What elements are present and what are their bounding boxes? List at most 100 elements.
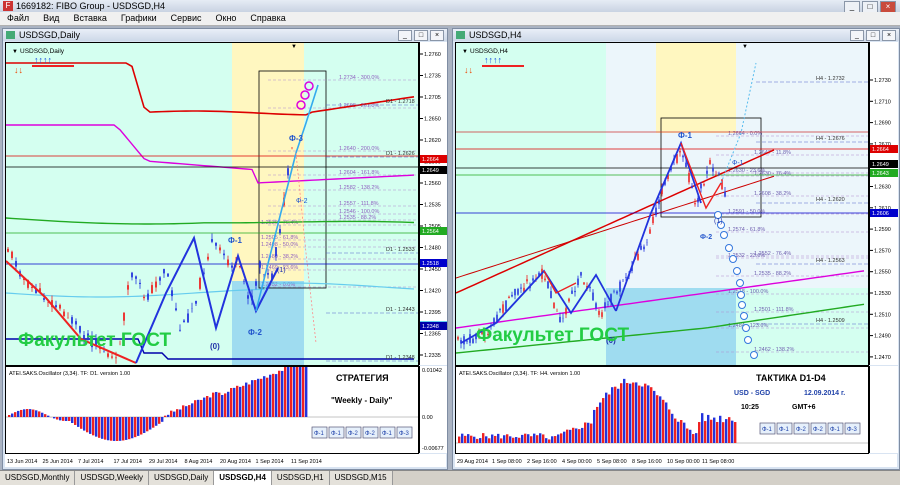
chart-window-titlebar[interactable]: USDSGD,H4 _□× — [453, 29, 899, 41]
date-label: 20 Aug 2014 — [220, 459, 251, 465]
osc-bar — [230, 388, 232, 417]
tab-usdsgd-monthly[interactable]: USDSGD,Monthly — [0, 471, 75, 485]
axis-label: 1.2735 — [424, 74, 441, 80]
target-circle — [734, 268, 741, 275]
axis-label: 1.2760 — [424, 52, 441, 58]
menu-file[interactable]: Файл — [0, 12, 36, 25]
osc-bar — [80, 417, 82, 429]
menu-window[interactable]: Окно — [209, 12, 244, 25]
tab-usdsgd-daily[interactable]: USDSGD,Daily — [149, 471, 214, 485]
wave-label: Ф-1 — [678, 131, 692, 140]
menu-charts[interactable]: Графики — [114, 12, 164, 25]
osc-bar — [59, 417, 61, 420]
osc-bar — [692, 434, 694, 443]
osc-bar — [299, 367, 301, 417]
osc-bar — [137, 417, 139, 436]
osc-bar — [623, 379, 625, 443]
osc-bar — [722, 422, 724, 443]
price-axis[interactable]: 1.27301.27101.26901.26701.26501.26301.26… — [869, 42, 898, 365]
oscillator-panel[interactable]: ATEI.SAKS.Oscillator (3,34). TF: D1. ver… — [5, 366, 419, 454]
strategy-title: СТРАТЕГИЯ — [336, 373, 389, 383]
axis-label: 1.2650 — [424, 117, 441, 123]
osc-bar — [464, 436, 466, 443]
chart-window-h4[interactable]: USDSGD,H4 _□× 1.2664 - 0.0%1.2647 - 11.8… — [452, 28, 900, 470]
osc-bar — [185, 406, 187, 417]
chart-shift-icon: ▼ — [742, 44, 748, 50]
osc-bar — [242, 386, 244, 417]
axis-label: 1.2530 — [874, 291, 891, 297]
menu-view[interactable]: Вид — [36, 12, 66, 25]
oscillator-panel[interactable]: ATEI.SAKS.Oscillator (3,34). TF: H4. ver… — [455, 366, 869, 454]
osc-bar — [287, 367, 289, 417]
osc-bar — [602, 398, 604, 443]
osc-bar — [221, 395, 223, 417]
osc-bar — [272, 374, 274, 417]
menu-insert[interactable]: Вставка — [66, 12, 113, 25]
menu-help[interactable]: Справка — [243, 12, 292, 25]
tab-usdsgd-h1[interactable]: USDSGD,H1 — [272, 471, 330, 485]
osc-bar — [83, 417, 85, 431]
osc-bar — [116, 417, 118, 441]
osc-bar — [77, 417, 79, 427]
osc-bar — [146, 417, 148, 431]
osc-bar — [620, 383, 622, 443]
price-tag-label: 1.2649 — [422, 168, 439, 174]
price-plot[interactable]: 1.2664 - 0.0%1.2647 - 11.8%1.2630 - 23.6… — [455, 42, 869, 366]
minimize-button[interactable]: _ — [398, 30, 412, 41]
osc-bar — [17, 411, 19, 417]
osc-bar — [647, 385, 649, 443]
fibo-label: 1.2630 - 76.4% — [754, 171, 791, 177]
axis-label: 1.2335 — [424, 353, 441, 359]
osc-bar — [545, 438, 547, 443]
osc-bar — [557, 434, 559, 443]
tab-usdsgd-weekly[interactable]: USDSGD,Weekly — [75, 471, 149, 485]
osc-bar — [284, 367, 286, 417]
osc-bar — [206, 396, 208, 417]
osc-bar — [671, 414, 673, 443]
signal-bar — [32, 65, 74, 67]
menu-tools[interactable]: Сервис — [164, 12, 209, 25]
osc-bar — [122, 417, 124, 440]
osc-bar — [47, 416, 49, 417]
phi-button-label: Ф-3 — [847, 427, 858, 433]
osc-bar — [134, 417, 136, 437]
chart-window-daily[interactable]: USDSGD,Daily _□× 1.2734 - 300.0%1.2698 -… — [2, 28, 448, 470]
osc-bar — [293, 367, 295, 417]
maximize-button[interactable]: □ — [866, 30, 880, 41]
osc-bar — [158, 417, 160, 424]
price-axis[interactable]: 1.27601.27351.27051.26501.26201.25901.25… — [419, 42, 447, 365]
osc-bar — [686, 429, 688, 443]
price-tag-label: 1.2518 — [422, 261, 439, 267]
osc-bar — [488, 438, 490, 443]
price-plot[interactable]: 1.2734 - 300.0%1.2698 - 261.8%1.2640 - 2… — [5, 42, 419, 366]
fibo-label: 1.2498 - 50.0% — [261, 242, 298, 248]
osc-bar — [179, 409, 181, 417]
osc-bar — [575, 428, 577, 443]
level-label: D1 - 1.2718 — [386, 99, 415, 105]
chart-symbol: USDSGD,Daily — [20, 48, 65, 55]
axis-label: 1.2590 — [874, 227, 891, 233]
target-circle — [743, 325, 750, 332]
date-label: 10 Sep 00:00 — [667, 459, 700, 465]
tab-usdsgd-m15[interactable]: USDSGD,M15 — [330, 471, 393, 485]
close-button[interactable]: × — [430, 30, 444, 41]
close-button[interactable]: × — [882, 30, 896, 41]
osc-bar — [479, 438, 481, 443]
osc-bar — [578, 429, 580, 443]
date-label: 29 Aug 2014 — [457, 459, 488, 465]
maximize-button[interactable]: □ — [414, 30, 428, 41]
tab-usdsgd-h4[interactable]: USDSGD,H4 — [214, 471, 272, 485]
osc-bar — [239, 387, 241, 417]
minimize-button[interactable]: _ — [850, 30, 864, 41]
axis-label: 1.2395 — [424, 310, 441, 316]
osc-bar — [581, 428, 583, 443]
chart-window-titlebar[interactable]: USDSGD,Daily _□× — [3, 29, 447, 41]
osc-bar — [65, 417, 67, 421]
wave-label: Ф-2 — [296, 198, 308, 205]
osc-bar — [197, 400, 199, 417]
osc-bar — [710, 420, 712, 443]
osc-bar — [494, 436, 496, 443]
osc-bar — [698, 422, 700, 443]
chart-icon — [456, 31, 465, 39]
time-label: 10:25 — [741, 404, 759, 411]
